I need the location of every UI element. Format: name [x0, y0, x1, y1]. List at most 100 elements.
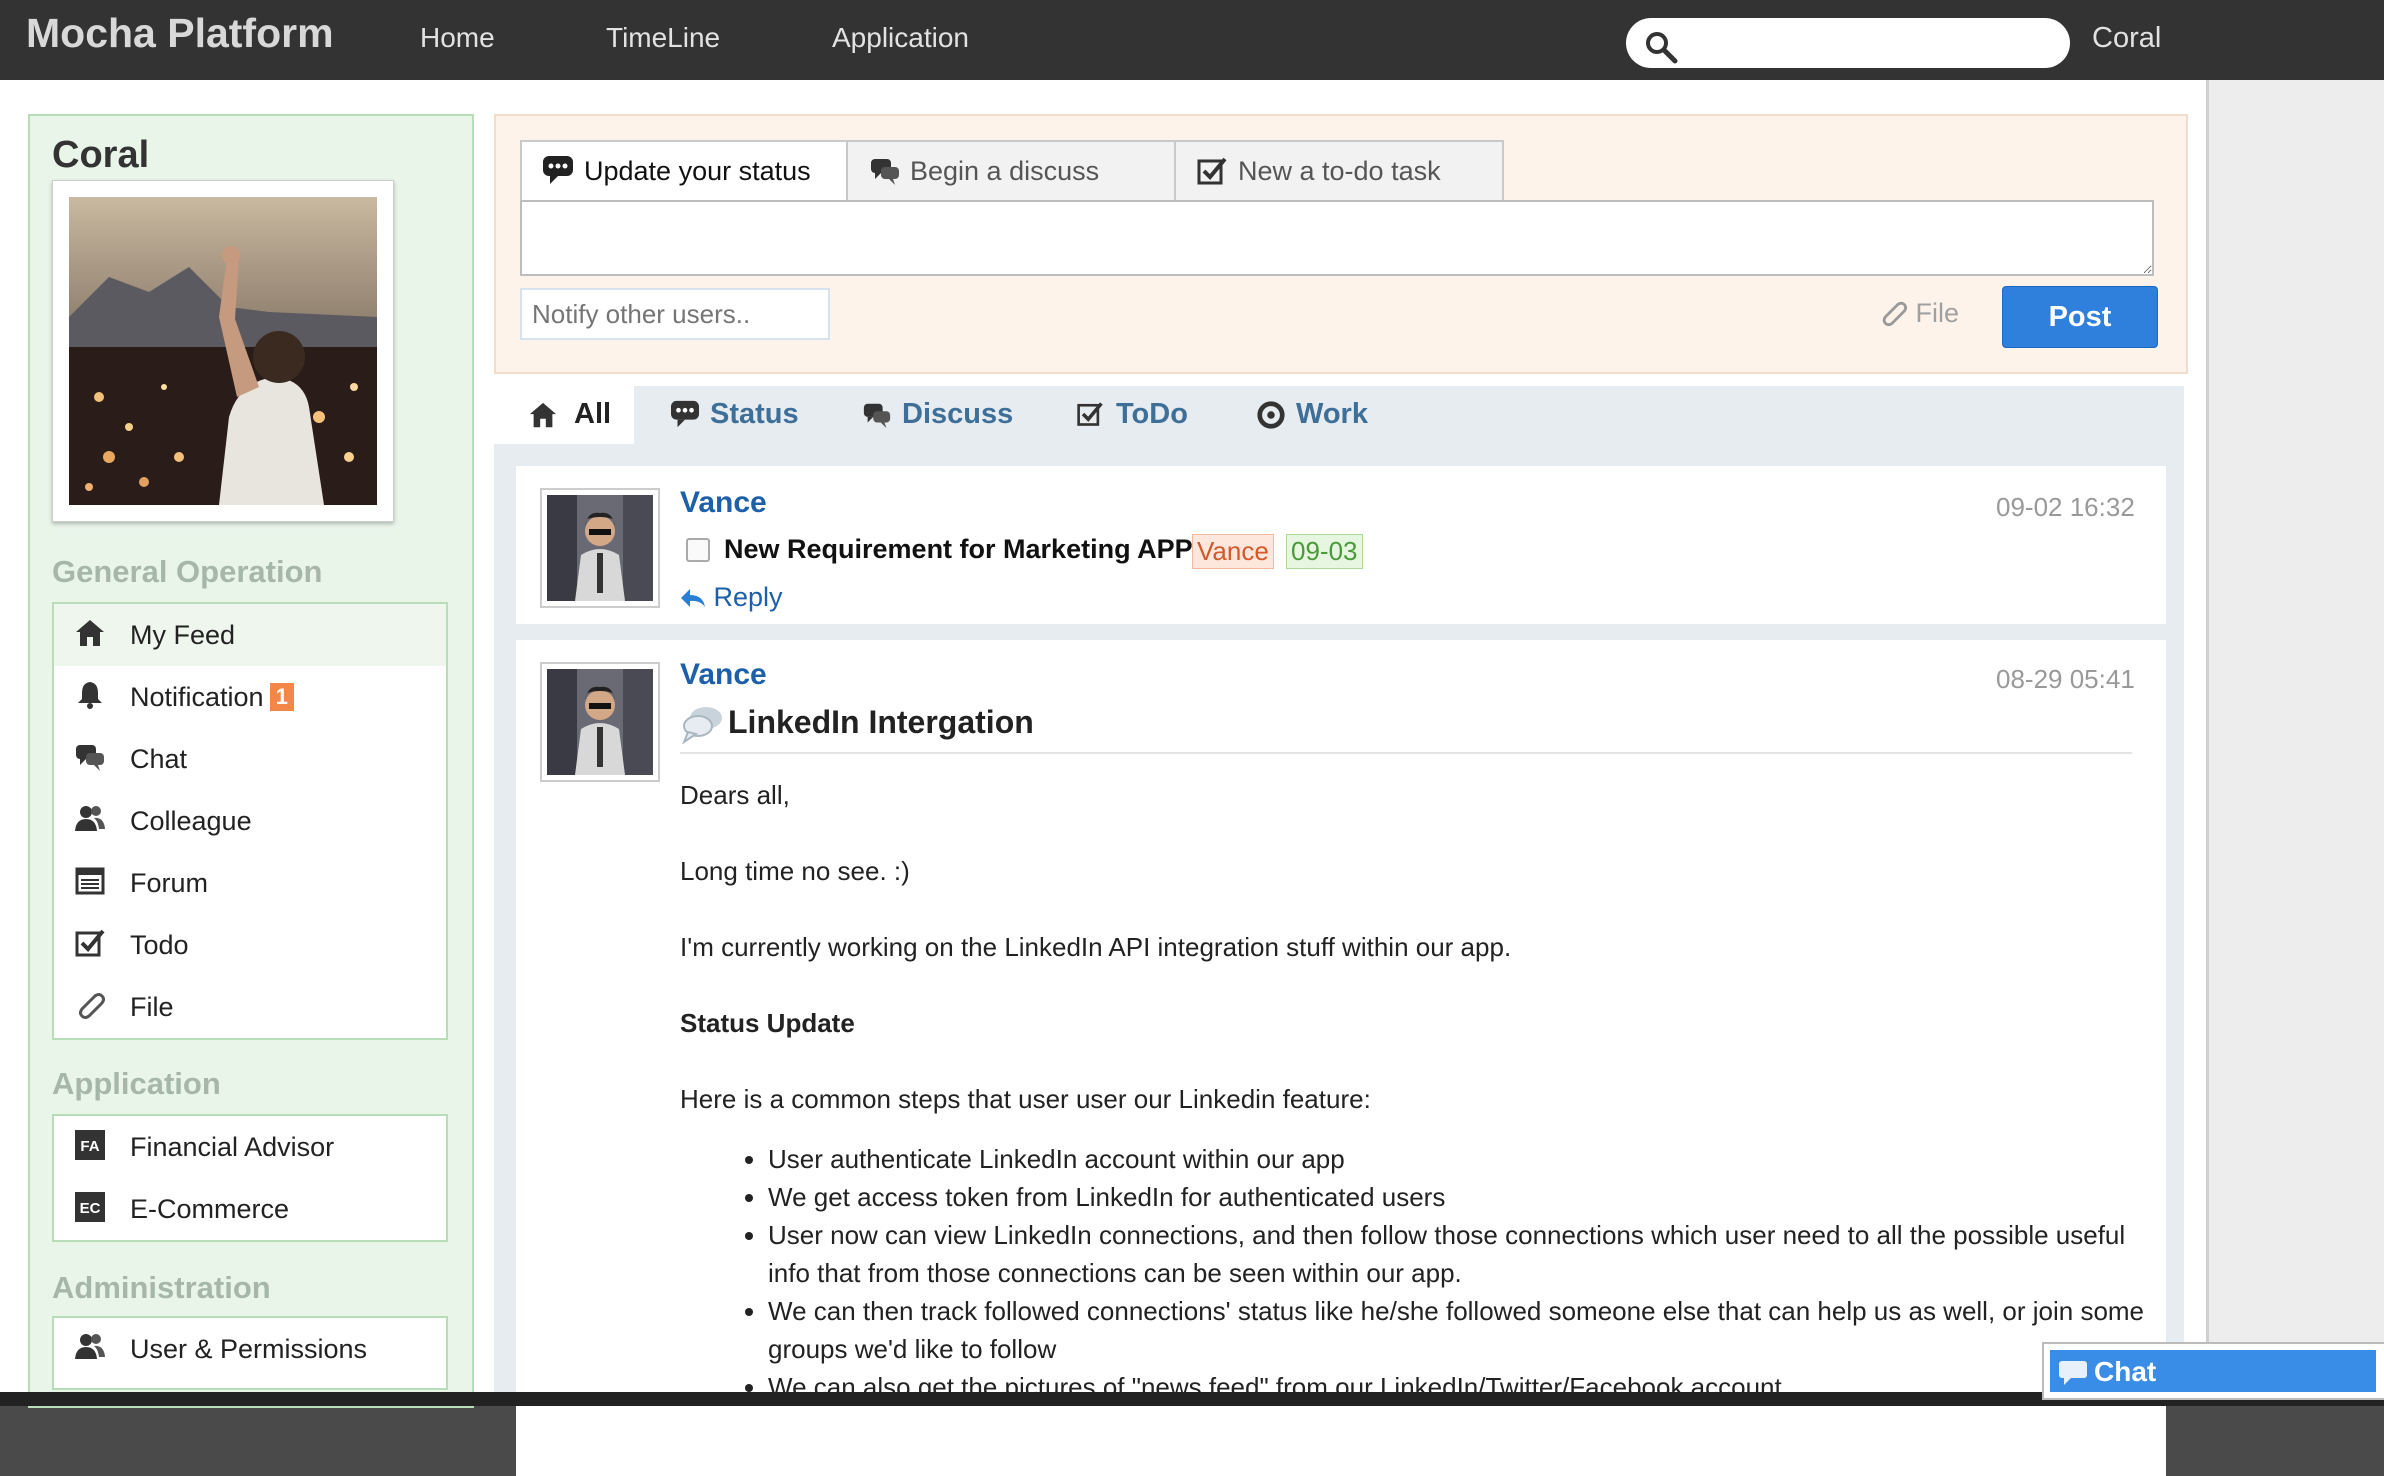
filter-tab-status[interactable]: Status	[670, 386, 830, 444]
brand-logo[interactable]: Mocha Platform	[26, 10, 334, 57]
post-button[interactable]: Post	[2002, 286, 2158, 348]
sidebar-item-label: Chat	[130, 744, 188, 774]
status-textarea[interactable]	[520, 200, 2154, 276]
sidebar-item-label: E-Commerce	[130, 1194, 290, 1224]
todo-assignee-tag[interactable]: Vance	[1192, 534, 1274, 569]
notify-users-input[interactable]	[520, 288, 830, 340]
chat-widget-label: Chat	[2094, 1356, 2157, 1387]
sidebar-item-chat[interactable]: Chat	[54, 728, 446, 790]
tab-label: New a to-do task	[1238, 156, 1441, 186]
search-input[interactable]	[1626, 18, 2070, 68]
list-item: User now can view LinkedIn connections, …	[768, 1216, 2168, 1292]
main-page: Coral General Operation My Feed Notifica…	[0, 80, 2206, 1476]
filter-tab-all[interactable]: All	[494, 386, 634, 444]
post-bullet-list: User authenticate LinkedIn account withi…	[680, 1140, 2168, 1406]
filter-tab-discuss[interactable]: Discuss	[862, 386, 1042, 444]
reply-label: Reply	[713, 582, 783, 612]
chat-widget[interactable]: Chat	[2042, 1342, 2384, 1400]
feed-item-discuss: Vance 08-29 05:41 LinkedIn Intergation D…	[516, 640, 2166, 1476]
sidebar-item-label: Colleague	[130, 806, 252, 836]
post-paragraph: Long time no see. :)	[680, 856, 910, 886]
sidebar-item-forum[interactable]: Forum	[54, 852, 446, 914]
filter-tab-label: Work	[1296, 398, 1368, 430]
paperclip-icon	[1882, 301, 1908, 327]
speech-bubble-icon	[671, 400, 699, 428]
sidebar-item-label: My Feed	[130, 620, 236, 650]
search-icon	[1646, 32, 1678, 64]
general-menu: My Feed Notification 1 Chat Colleague For…	[52, 602, 448, 1040]
reply-arrow-icon	[681, 589, 705, 607]
feed-filter-tabs: All Status Discuss ToDo Work	[494, 386, 2184, 444]
paperclip-icon	[79, 993, 105, 1019]
todo-title[interactable]: New Requirement for Marketing APP	[724, 534, 1193, 565]
tab-label: Begin a discuss	[910, 156, 1100, 186]
sidebar-item-financial-advisor[interactable]: FA Financial Advisor	[54, 1116, 446, 1178]
profile-avatar[interactable]	[52, 180, 394, 522]
application-section-title: Application	[52, 1066, 221, 1101]
svg-text:EC: EC	[80, 1200, 101, 1217]
bell-icon	[78, 682, 102, 709]
left-sidebar: Coral General Operation My Feed Notifica…	[28, 114, 474, 1408]
sidebar-item-my-feed[interactable]: My Feed	[54, 604, 446, 666]
notification-count-badge: 1	[269, 683, 294, 711]
filter-tab-todo[interactable]: ToDo	[1076, 386, 1226, 444]
checkbox-icon	[1077, 402, 1103, 426]
sidebar-item-label: Forum	[130, 868, 209, 898]
sidebar-item-user-permissions[interactable]: User & Permissions	[54, 1318, 446, 1380]
list-item: User authenticate LinkedIn account withi…	[768, 1140, 2168, 1178]
users-icon	[75, 806, 105, 831]
sidebar-item-file[interactable]: File	[54, 976, 446, 1038]
tab-begin-discuss[interactable]: Begin a discuss	[846, 140, 1178, 202]
chat-bubbles-icon	[863, 403, 891, 429]
post-paragraph: I'm currently working on the LinkedIn AP…	[680, 932, 1512, 962]
tab-update-status[interactable]: Update your status	[520, 140, 850, 204]
discuss-title[interactable]: LinkedIn Intergation	[728, 704, 1034, 741]
author-avatar[interactable]	[540, 488, 660, 608]
checkbox-icon	[1197, 157, 1227, 185]
sidebar-item-todo[interactable]: Todo	[54, 914, 446, 976]
author-avatar[interactable]	[540, 662, 660, 782]
list-item: We can then track followed connections' …	[768, 1292, 2168, 1368]
file-label: File	[1915, 298, 1960, 328]
work-circle-icon	[1257, 401, 1285, 429]
checkbox-icon	[75, 929, 105, 957]
filter-tab-work[interactable]: Work	[1256, 386, 1406, 444]
general-operation-title: General Operation	[52, 554, 323, 589]
sidebar-item-label: User & Permissions	[130, 1334, 368, 1364]
nav-application[interactable]: Application	[832, 22, 969, 54]
todo-checkbox[interactable]	[686, 538, 710, 562]
tab-new-todo[interactable]: New a to-do task	[1174, 140, 1504, 202]
right-gutter	[2206, 80, 2384, 1396]
nav-home[interactable]: Home	[420, 22, 495, 54]
post-author-link[interactable]: Vance	[680, 658, 767, 692]
e-commerce-app-icon: EC	[75, 1192, 105, 1222]
post-paragraph: Dears all,	[680, 780, 790, 810]
feed-item-todo: Vance 09-02 16:32 New Requirement for Ma…	[516, 466, 2166, 624]
chat-bubbles-icon	[76, 745, 104, 771]
svg-text:FA: FA	[80, 1138, 99, 1155]
sidebar-item-colleague[interactable]: Colleague	[54, 790, 446, 852]
chat-bubble-icon	[2059, 1361, 2087, 1385]
sidebar-item-notification[interactable]: Notification 1	[54, 666, 446, 728]
todo-due-date-tag: 09-03	[1286, 534, 1363, 569]
post-paragraph: Here is a common steps that user user ou…	[680, 1084, 1371, 1114]
current-user-link[interactable]: Coral	[2092, 22, 2161, 55]
home-icon	[529, 402, 557, 428]
chat-widget-bar[interactable]: Chat	[2050, 1350, 2376, 1392]
speech-bubble-icon	[543, 156, 573, 184]
forum-icon	[75, 867, 105, 895]
reply-link[interactable]: Reply	[680, 582, 783, 613]
discuss-bubbles-icon	[682, 707, 722, 744]
post-author-link[interactable]: Vance	[680, 486, 767, 520]
sidebar-item-e-commerce[interactable]: EC E-Commerce	[54, 1178, 446, 1240]
post-timestamp: 09-02 16:32	[1996, 492, 2135, 522]
list-item: We get access token from LinkedIn for au…	[768, 1178, 2168, 1216]
filter-tab-label: Discuss	[902, 398, 1014, 430]
financial-advisor-app-icon: FA	[75, 1130, 105, 1160]
title-divider	[680, 752, 2132, 754]
attach-file-button[interactable]: File	[1878, 298, 1959, 329]
nav-timeline[interactable]: TimeLine	[606, 22, 720, 54]
sidebar-item-label: Financial Advisor	[130, 1132, 335, 1162]
top-navbar: Mocha Platform Home TimeLine Application…	[0, 0, 2384, 80]
application-menu: FA Financial Advisor EC E-Commerce	[52, 1114, 448, 1242]
